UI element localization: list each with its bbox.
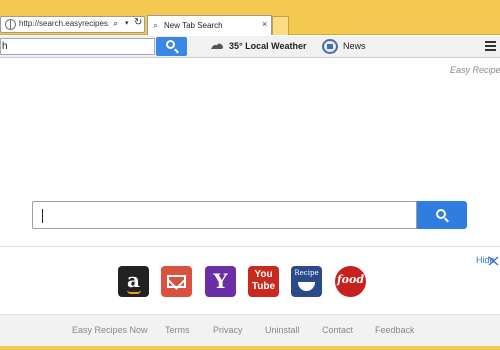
recipe-tile[interactable]: Recipe (291, 266, 322, 297)
chevron-down-icon[interactable]: ▾ (125, 19, 129, 27)
food-network-icon: food (336, 273, 365, 286)
mail-tile[interactable] (161, 266, 192, 297)
main-search-button[interactable] (417, 201, 467, 229)
mail-icon (167, 275, 186, 288)
footer-link-easy-recipes-now[interactable]: Easy Recipes Now (72, 325, 148, 335)
amazon-smile-icon (127, 290, 141, 294)
main-search-input[interactable] (32, 201, 417, 229)
refresh-icon[interactable]: ↻ (134, 17, 142, 28)
amazon-icon: a (127, 268, 140, 292)
text-caret (42, 209, 43, 223)
news-label[interactable]: News (343, 41, 366, 51)
food-network-tile[interactable]: food (335, 266, 366, 297)
address-text[interactable]: http://search.easyrecipes... (19, 19, 109, 28)
close-icon[interactable]: × (262, 19, 267, 29)
yahoo-icon: Y (213, 269, 228, 293)
new-tab-button[interactable] (272, 16, 289, 35)
weather-label[interactable]: 35° Local Weather (229, 41, 306, 51)
bowl-icon (298, 282, 315, 291)
divider (0, 246, 500, 247)
footer-link-terms[interactable]: Terms (165, 325, 190, 335)
address-bar[interactable]: http://search.easyrecipes... ⌕ ▾ ↻ (0, 16, 145, 33)
recipe-label: Recipe (294, 269, 319, 277)
quick-links: a Y You Tube Recipe food (0, 266, 500, 298)
weather-cloud-icon[interactable] (210, 42, 224, 50)
youtube-icon-top: You (254, 269, 273, 280)
toolbar: h 35° Local Weather News (0, 36, 500, 58)
search-icon[interactable]: ⌕ (113, 18, 118, 29)
footer-link-privacy[interactable]: Privacy (213, 325, 243, 335)
menu-icon[interactable] (485, 41, 496, 52)
youtube-tile[interactable]: You Tube (248, 266, 279, 297)
footer: Easy Recipes Now Terms Privacy Uninstall… (0, 314, 500, 346)
tab-title: New Tab Search (164, 21, 223, 30)
amazon-tile[interactable]: a (118, 266, 149, 297)
footer-link-uninstall[interactable]: Uninstall (265, 325, 300, 335)
close-icon[interactable] (487, 256, 500, 266)
search-icon (166, 40, 175, 49)
toolbar-search-input[interactable]: h (0, 38, 155, 55)
footer-link-feedback[interactable]: Feedback (375, 325, 415, 335)
youtube-icon-bottom: Tube (251, 281, 276, 292)
brand-logo-text: Easy Recipes (450, 65, 500, 75)
globe-icon (5, 19, 16, 30)
yahoo-tile[interactable]: Y (205, 266, 236, 297)
news-icon[interactable] (322, 39, 338, 54)
window-bottom-border (0, 346, 500, 350)
footer-link-contact[interactable]: Contact (322, 325, 353, 335)
toolbar-search-button[interactable] (156, 37, 187, 56)
search-icon (436, 209, 446, 219)
search-icon: ⌕ (153, 20, 159, 30)
tab-new-tab-search[interactable]: ⌕ New Tab Search × (147, 15, 272, 35)
